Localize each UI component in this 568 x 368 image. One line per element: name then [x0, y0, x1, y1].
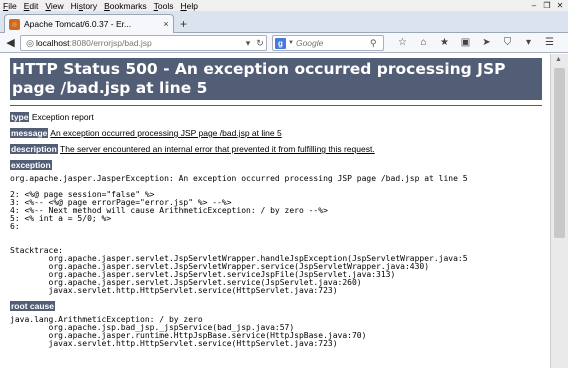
menu-accesskey: H [180, 0, 187, 11]
divider [10, 105, 542, 106]
exception-stacktrace: org.apache.jasper.JasperException: An ex… [10, 174, 468, 295]
shield-icon[interactable]: ⛉ [497, 36, 518, 50]
engine-dropdown-icon[interactable]: ▼ [288, 40, 294, 46]
type-row: type Exception report [10, 112, 550, 122]
toolbar-icons: ☆ ⌂ ★ ▣ ➤ ⛉ ▾ ☰ [392, 36, 560, 50]
menu-accesskey: E [23, 0, 30, 11]
description-value: The server encountered an internal error… [60, 144, 375, 154]
menu-view[interactable]: View [45, 1, 63, 11]
message-label: message [10, 128, 49, 138]
address-url[interactable]: localhost:8080/errorjsp/bad.jsp [36, 38, 242, 48]
url-dropdown-icon[interactable]: ▾ [242, 38, 254, 49]
menu-accesskey: F [3, 0, 9, 11]
search-box[interactable]: g ▼ ⚲ [272, 35, 384, 51]
tab-tomcat-error[interactable]: Apache Tomcat/6.0.37 - Er... × [4, 14, 174, 33]
menu-accesskey: s [78, 0, 83, 11]
menu-tools[interactable]: Tools [154, 1, 174, 11]
url-rest: :8080/errorjsp/bad.jsp [69, 38, 152, 48]
exception-label: exception [10, 160, 52, 170]
menu-icon[interactable]: ☰ [539, 36, 560, 50]
restore-icon[interactable]: ❐ [542, 1, 552, 10]
url-host: localhost [36, 38, 70, 48]
navigation-bar: ◀ ◎ localhost:8080/errorjsp/bad.jsp ▾ ↻ … [0, 33, 568, 53]
reload-icon[interactable]: ↻ [254, 38, 266, 49]
root-cause-row: root cause [10, 301, 550, 311]
tomcat-favicon-icon [9, 18, 20, 30]
type-label: type [10, 112, 30, 122]
send-icon[interactable]: ➤ [476, 36, 497, 50]
menu-accesskey: B [104, 0, 110, 11]
address-bar[interactable]: ◎ localhost:8080/errorjsp/bad.jsp ▾ ↻ [20, 35, 267, 51]
back-arrow-icon[interactable]: ◀ [3, 36, 18, 50]
menu-help[interactable]: Help [180, 1, 197, 11]
tab-title: Apache Tomcat/6.0.37 - Er... [24, 19, 132, 29]
window-controls: – ❐ ✕ [529, 0, 565, 11]
menu-bookmarks[interactable]: Bookmarks [104, 1, 147, 11]
clipboard-icon[interactable]: ▣ [455, 36, 476, 50]
message-row: message An exception occurred processing… [10, 128, 550, 138]
menu-bar: File Edit View History Bookmarks Tools H… [0, 0, 568, 11]
dropdown-icon[interactable]: ▾ [518, 36, 539, 50]
menu-history[interactable]: History [71, 1, 97, 11]
vertical-scrollbar[interactable]: ▲ [550, 54, 568, 368]
menu-file[interactable]: File [3, 1, 17, 11]
page-title: HTTP Status 500 - An exception occurred … [10, 58, 542, 100]
home-icon[interactable]: ⌂ [413, 36, 434, 50]
google-engine-icon[interactable]: g [275, 37, 286, 49]
new-tab-button[interactable]: + [180, 17, 187, 31]
root-cause-stacktrace: java.lang.ArithmeticException: / by zero… [10, 315, 367, 348]
scroll-up-icon[interactable]: ▲ [555, 56, 562, 63]
close-icon[interactable]: ✕ [555, 1, 565, 10]
minimize-icon[interactable]: – [529, 1, 539, 10]
tab-close-icon[interactable]: × [159, 19, 173, 29]
bookmark-star-icon[interactable]: ☆ [392, 36, 413, 50]
menu-accesskey: V [45, 0, 51, 11]
search-input[interactable] [295, 38, 370, 48]
menu-edit[interactable]: Edit [24, 1, 39, 11]
search-icon[interactable]: ⚲ [370, 38, 377, 49]
menu-accesskey: T [153, 0, 158, 11]
description-label: description [10, 144, 58, 154]
globe-icon: ◎ [26, 37, 34, 48]
tab-strip: Apache Tomcat/6.0.37 - Er... × + [0, 11, 568, 33]
root-cause-label: root cause [10, 301, 55, 311]
message-value: An exception occurred processing JSP pag… [50, 128, 282, 138]
page-content: HTTP Status 500 - An exception occurred … [0, 54, 550, 368]
type-value: Exception report [31, 112, 94, 122]
scrollbar-thumb[interactable] [554, 68, 565, 238]
description-row: description The server encountered an in… [10, 144, 550, 154]
exception-row: exception [10, 160, 550, 170]
favorite-star-icon[interactable]: ★ [434, 36, 455, 50]
